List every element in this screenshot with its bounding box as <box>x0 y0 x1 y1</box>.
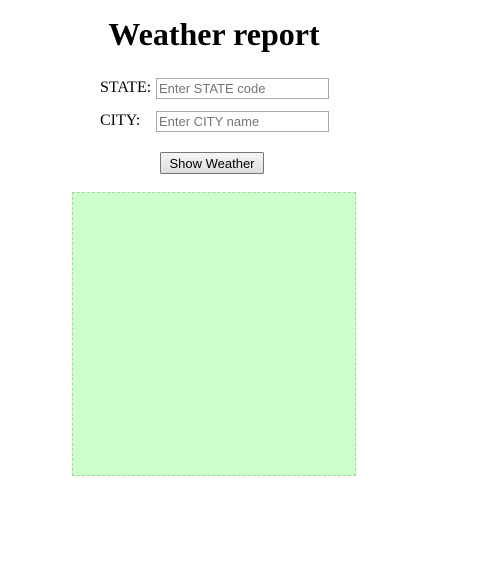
state-input[interactable] <box>156 78 329 99</box>
state-label: STATE: <box>100 79 152 96</box>
city-input[interactable] <box>156 111 329 132</box>
page-title: Weather report <box>108 16 320 52</box>
weather-result-panel <box>72 192 356 476</box>
show-weather-button[interactable]: Show Weather <box>160 152 264 174</box>
city-label: CITY: <box>100 112 141 129</box>
